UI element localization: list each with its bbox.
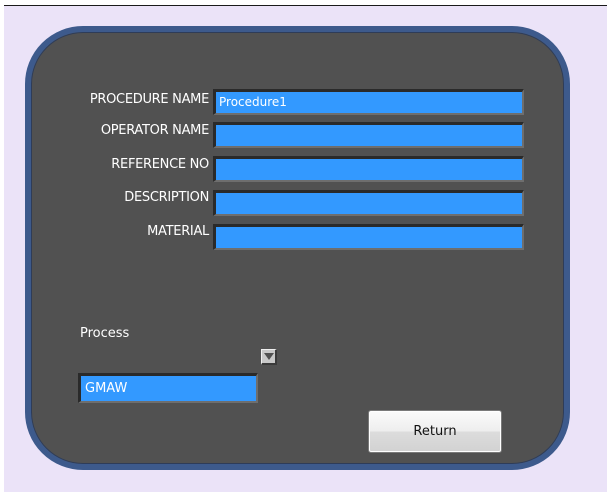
- material-field[interactable]: [213, 224, 524, 250]
- reference-no-label: REFERENCE NO: [111, 157, 209, 172]
- material-label: MATERIAL: [147, 224, 209, 239]
- process-dropdown-button[interactable]: [261, 349, 277, 365]
- process-select[interactable]: GMAW: [78, 373, 258, 403]
- description-label: DESCRIPTION: [124, 190, 209, 205]
- procedure-name-field[interactable]: Procedure1: [213, 89, 524, 115]
- reference-no-field[interactable]: [213, 156, 524, 182]
- triangle-down-icon: [264, 353, 274, 360]
- operator-name-label: OPERATOR NAME: [100, 123, 209, 138]
- process-label: Process: [80, 326, 130, 341]
- procedure-name-label: PROCEDURE NAME: [89, 92, 209, 107]
- return-button[interactable]: Return: [368, 410, 502, 453]
- operator-name-field[interactable]: [213, 122, 524, 148]
- description-field[interactable]: [213, 190, 524, 216]
